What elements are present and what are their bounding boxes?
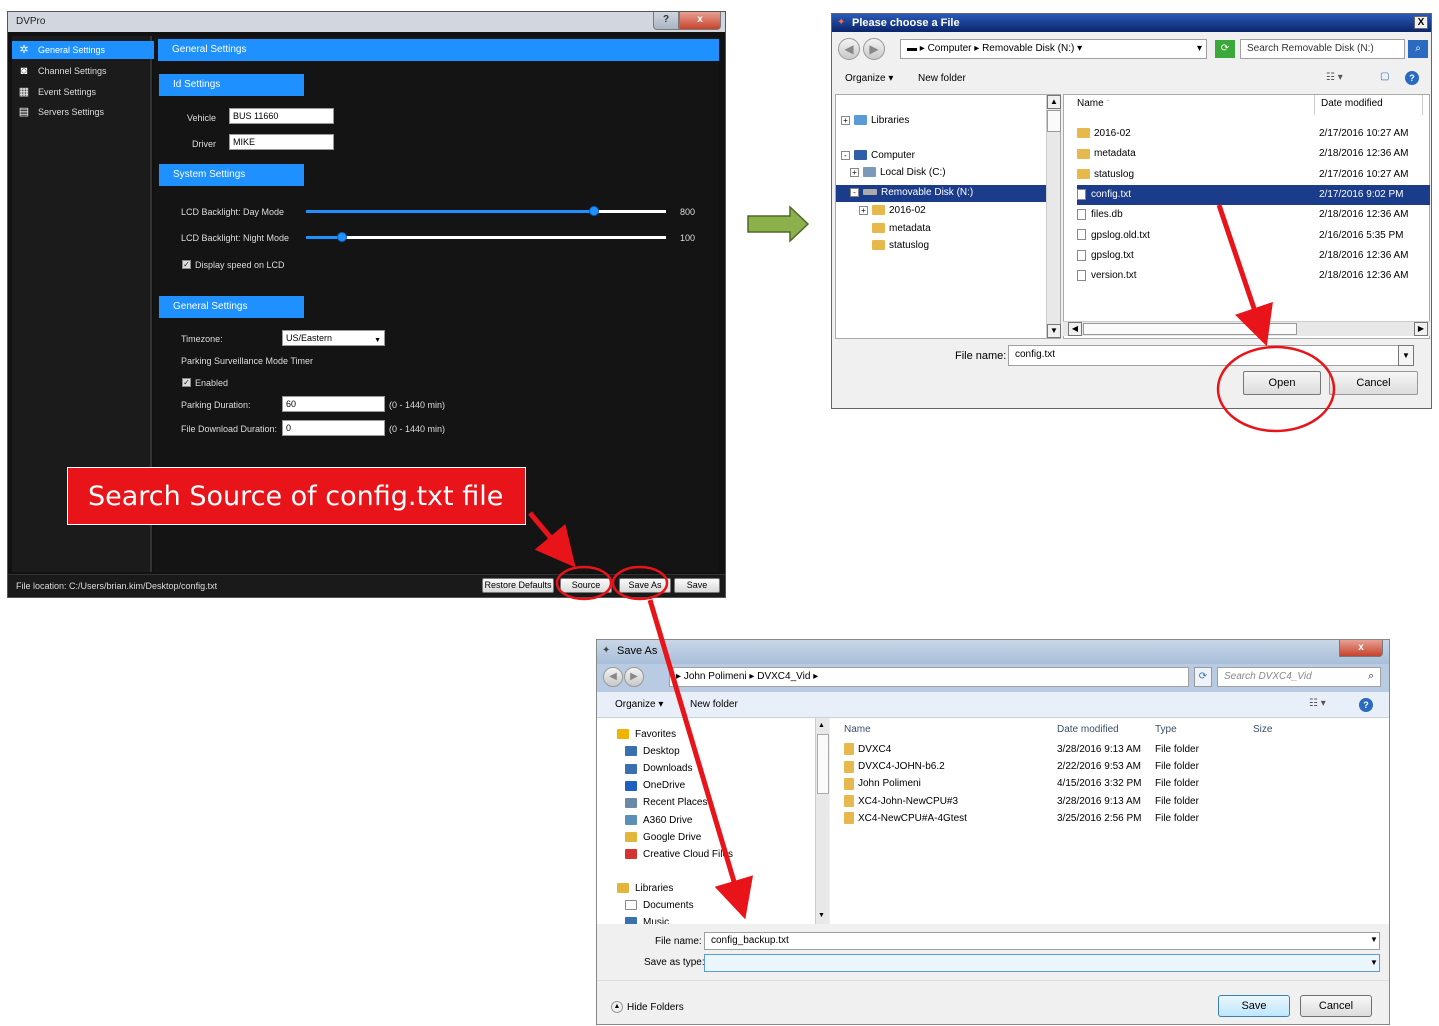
save-as-highlight-circle <box>611 565 669 601</box>
green-arrow-icon <box>747 205 810 243</box>
config-to-open-arrow <box>1216 204 1273 347</box>
annotation-overlay <box>528 204 1336 920</box>
source-highlight-circle <box>555 565 613 601</box>
open-highlight-circle <box>1216 345 1336 433</box>
save-as-to-filename-arrow <box>647 599 754 920</box>
callout-arrow <box>528 511 576 568</box>
